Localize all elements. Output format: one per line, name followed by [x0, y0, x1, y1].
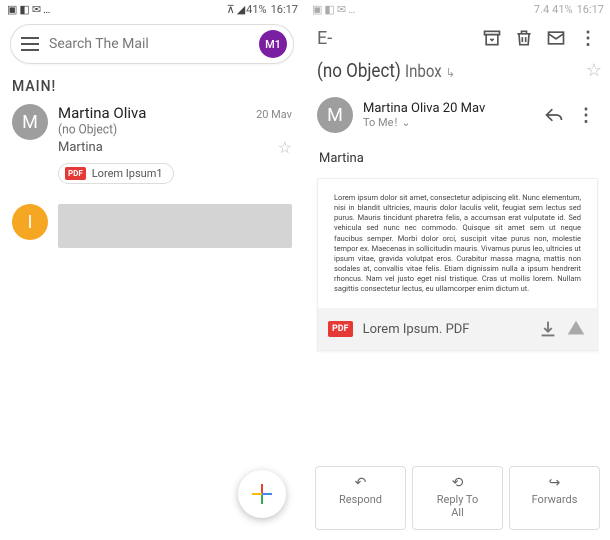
compose-button[interactable] — [238, 470, 286, 518]
user-icon: ◧ — [19, 3, 29, 16]
reply-icon: ↶ — [318, 475, 403, 491]
message-body-line: Martina — [305, 139, 610, 172]
star-icon[interactable]: ☆ — [278, 138, 292, 157]
account-avatar[interactable]: M1 — [259, 30, 287, 58]
download-button[interactable] — [537, 318, 559, 340]
search-container: Search The Mail M1 — [0, 18, 304, 68]
sender-avatar[interactable]: I — [12, 204, 48, 240]
battery-text: 41% — [246, 3, 266, 16]
statusbar-left: ▣ ◧ ✉ … ⊼ ◢ 41% 16:17 — [0, 0, 304, 18]
attachment-card: Lorem ipsum dolor sit amet, consectetur … — [317, 178, 598, 351]
status-prefix: 7.4 — [534, 3, 549, 16]
clock-text: 16:17 — [577, 3, 604, 16]
delete-button[interactable] — [510, 24, 538, 52]
chevron-down-icon: ⌄ — [401, 116, 410, 129]
mail-icon: ✉ — [337, 3, 346, 16]
from-text: Martina Oliva 20 Mav — [363, 101, 538, 116]
attachment-chip[interactable]: PDF Lorem Ipsum1 — [58, 163, 174, 184]
search-input[interactable]: Search The Mail — [49, 36, 259, 52]
image-icon: ▣ — [7, 3, 17, 16]
pdf-icon: PDF — [328, 321, 353, 337]
inbox-panel: ▣ ◧ ✉ … ⊼ ◢ 41% 16:17 Search The Mail M1… — [0, 0, 305, 540]
section-header: MAIN! — [0, 66, 304, 101]
attachment-name: Lorem Ipsum1 — [92, 167, 163, 180]
pdf-icon: PDF — [65, 167, 86, 180]
subject-text: (no Object) Inbox ↳ — [317, 59, 580, 82]
wifi-half-icon: ⊼ — [227, 3, 235, 16]
more-icon: … — [43, 3, 50, 16]
reply-all-button[interactable]: ⟲ Reply ToAll — [412, 466, 503, 530]
message-toolbar: E- ⋮ — [305, 18, 610, 56]
message-header: M Martina Oliva 20 Mav To Me!⌄ ⋮ — [305, 83, 610, 139]
menu-icon[interactable] — [21, 37, 39, 51]
star-icon[interactable]: ☆ — [586, 60, 602, 81]
message-panel: ▣ ◧ ✉ … 7.4 41% 16:17 E- ⋮ (no Object) I… — [305, 0, 610, 540]
message-overflow-button[interactable]: ⋮ — [572, 101, 600, 129]
mail-item-2[interactable]: I — [0, 198, 304, 252]
redacted-content — [58, 204, 292, 248]
mail-item-1[interactable]: M Martina Oliva 20 Mav (no Object) Marti… — [0, 98, 304, 188]
forward-icon: ↪ — [512, 475, 597, 491]
reply-button[interactable]: ↶ Respond — [315, 466, 406, 530]
sender-avatar[interactable]: M — [317, 97, 353, 133]
clock-text: 16:17 — [271, 3, 298, 16]
mark-unread-button[interactable] — [542, 24, 570, 52]
forward-button[interactable]: ↪ Forwards — [509, 466, 600, 530]
search-bar[interactable]: Search The Mail M1 — [10, 24, 294, 64]
action-row: ↶ Respond ⟲ Reply ToAll ↪ Forwards — [315, 466, 600, 530]
user-icon: ◧ — [324, 3, 334, 16]
save-to-drive-button[interactable] — [565, 318, 587, 340]
archive-button[interactable] — [478, 24, 506, 52]
signal-icon: ◢ — [237, 3, 245, 16]
plus-icon — [252, 484, 272, 504]
brand-text: E- — [317, 28, 476, 49]
mail-icon: ✉ — [32, 3, 41, 16]
overflow-button[interactable]: ⋮ — [574, 24, 602, 52]
recipient-expand[interactable]: To Me!⌄ — [363, 116, 538, 129]
mail-subject: (no Object) — [58, 121, 292, 136]
sender-avatar[interactable]: M — [12, 104, 48, 140]
battery-text: 41% — [552, 3, 572, 16]
attachment-filename[interactable]: Lorem Ipsum. PDF — [363, 322, 531, 337]
reply-all-icon: ⟲ — [415, 475, 500, 491]
subject-row: (no Object) Inbox ↳ ☆ — [305, 56, 610, 83]
attachment-preview[interactable]: Lorem ipsum dolor sit amet, consectetur … — [318, 179, 597, 308]
statusbar-right: ▣ ◧ ✉ … 7.4 41% 16:17 — [305, 0, 610, 18]
image-icon: ▣ — [312, 3, 322, 16]
sender-name: Martina Oliva — [58, 104, 252, 122]
more-icon: … — [348, 3, 355, 16]
attachment-bar: PDF Lorem Ipsum. PDF — [318, 308, 597, 350]
mail-snippet: Martina — [58, 140, 274, 155]
mail-date: 20 Mav — [256, 108, 292, 121]
reply-icon-button[interactable] — [540, 101, 568, 129]
